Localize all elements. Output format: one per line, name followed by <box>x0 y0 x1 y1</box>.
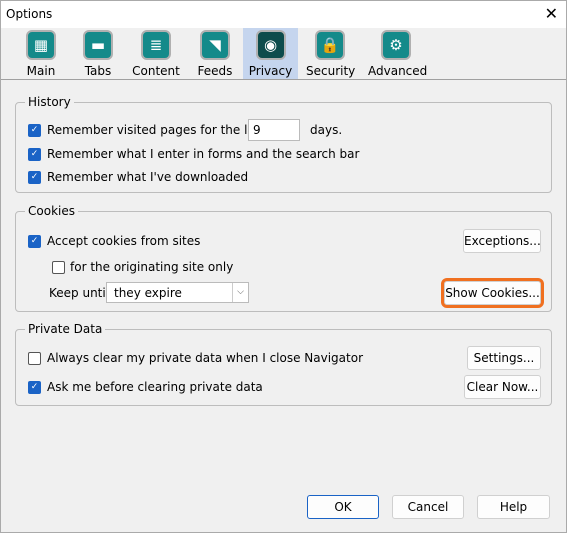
category-toolbar: ▦ Main ▬ Tabs ≣ Content ◥ Feeds ◉ Privacy 🔒 Se… <box>1 28 566 80</box>
tabs-icon: ▬ <box>83 30 113 60</box>
tab-label: Privacy <box>248 64 293 78</box>
close-icon[interactable]: ✕ <box>545 4 558 23</box>
help-button[interactable]: Help <box>477 495 550 519</box>
eye-icon: ◉ <box>255 30 286 60</box>
window-title: Options <box>6 7 53 21</box>
keep-until-label: Keep until: <box>49 286 114 300</box>
ask-before-clearing-checkbox[interactable]: ✓ <box>28 381 41 394</box>
remember-downloads-checkbox[interactable]: ✓ <box>28 171 41 184</box>
tab-privacy[interactable]: ◉ Privacy <box>243 28 298 79</box>
tab-label: Content <box>132 64 180 78</box>
tab-security[interactable]: 🔒 Security <box>306 28 356 79</box>
remember-visited-checkbox[interactable]: ✓ <box>28 124 41 137</box>
history-title: History <box>25 95 74 109</box>
keep-until-select[interactable]: they expire ⌵ <box>106 282 249 303</box>
keep-until-value: they expire <box>114 286 182 300</box>
days-label: days. <box>310 123 343 137</box>
private-data-title: Private Data <box>25 322 106 336</box>
exceptions-button[interactable]: Exceptions... <box>463 229 541 253</box>
content-stack-icon: ≣ <box>141 30 171 60</box>
ask-before-clearing-label: Ask me before clearing private data <box>47 380 263 394</box>
tab-feeds[interactable]: ◥ Feeds <box>194 28 236 79</box>
accept-cookies-checkbox[interactable]: ✓ <box>28 235 41 248</box>
main-grid-icon: ▦ <box>26 30 56 60</box>
options-dialog: Options ✕ ▦ Main ▬ Tabs ≣ Content ◥ Feeds ◉ P… <box>0 0 567 533</box>
always-clear-label: Always clear my private data when I clos… <box>47 351 364 365</box>
gear-icon: ⚙ <box>381 30 411 60</box>
always-clear-checkbox[interactable] <box>28 352 41 365</box>
tab-label: Feeds <box>197 64 233 78</box>
settings-button[interactable]: Settings... <box>467 346 541 370</box>
private-data-group: Private Data Always clear my private dat… <box>15 322 552 406</box>
tab-label: Tabs <box>84 64 112 78</box>
clear-now-button[interactable]: Clear Now... <box>464 375 541 399</box>
tab-label: Security <box>306 64 356 78</box>
rss-feed-icon: ◥ <box>200 30 230 60</box>
chevron-down-icon: ⌵ <box>232 283 248 302</box>
originating-site-checkbox[interactable] <box>52 261 65 274</box>
remember-forms-label: Remember what I enter in forms and the s… <box>47 147 360 161</box>
remember-downloads-label: Remember what I've downloaded <box>47 170 249 184</box>
remember-forms-checkbox[interactable]: ✓ <box>28 148 41 161</box>
cookies-title: Cookies <box>25 204 78 218</box>
tab-label: Main <box>26 64 56 78</box>
tab-label: Advanced <box>368 64 428 78</box>
ok-button[interactable]: OK <box>307 495 379 519</box>
lock-icon: 🔒 <box>315 30 345 60</box>
cookies-group: Cookies ✓ Accept cookies from sites Exce… <box>15 204 552 312</box>
originating-site-label: for the originating site only <box>70 260 234 274</box>
tab-tabs[interactable]: ▬ Tabs <box>79 28 117 79</box>
remember-visited-label: Remember visited pages for the last <box>47 123 266 137</box>
show-cookies-button[interactable]: Show Cookies... <box>441 278 544 308</box>
accept-cookies-label: Accept cookies from sites <box>47 234 201 248</box>
cancel-button[interactable]: Cancel <box>392 495 464 519</box>
tab-main[interactable]: ▦ Main <box>21 28 61 79</box>
days-input[interactable] <box>248 119 300 141</box>
history-group: History ✓ Remember visited pages for the… <box>15 95 552 193</box>
title-bar: Options ✕ <box>1 1 566 28</box>
tab-content[interactable]: ≣ Content <box>131 28 181 79</box>
tab-advanced[interactable]: ⚙ Advanced <box>368 28 428 79</box>
